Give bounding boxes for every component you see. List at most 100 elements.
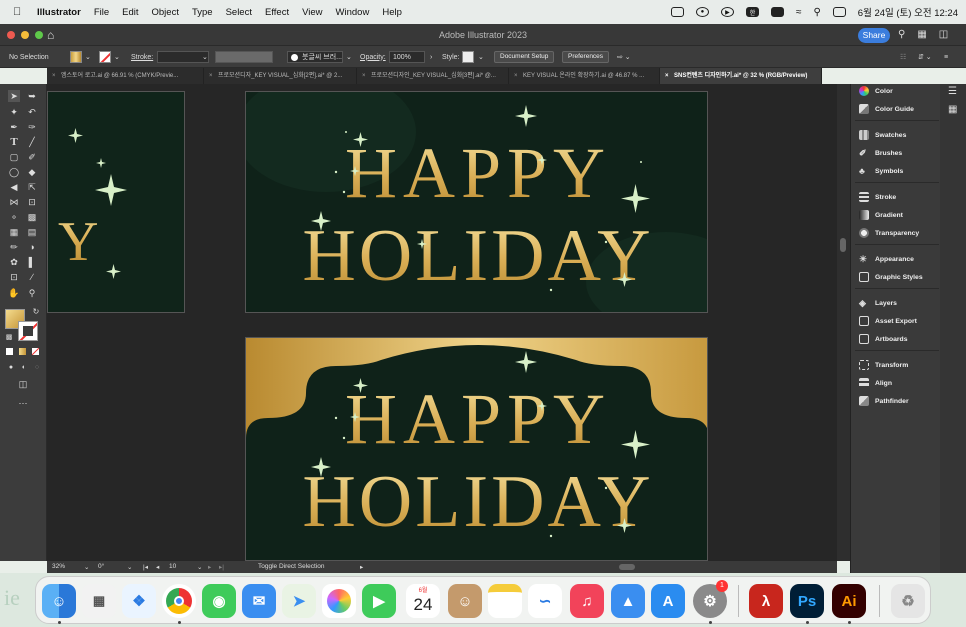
- wifi-icon[interactable]: ≈: [796, 7, 802, 18]
- vertical-scrollbar[interactable]: [837, 84, 850, 561]
- menu-type[interactable]: Type: [192, 7, 213, 18]
- menu-file[interactable]: File: [94, 7, 109, 18]
- panel-layers[interactable]: ◈ Layers: [859, 297, 897, 309]
- tab-document-3[interactable]: × 프로모션디자인_KEY VISUAL_심화[3편].ai* @...: [357, 68, 509, 84]
- share-button[interactable]: Share: [858, 28, 890, 43]
- preferences-button[interactable]: Preferences: [562, 51, 610, 63]
- color-mode-button[interactable]: [6, 348, 13, 355]
- zoom-level-field[interactable]: 32%: [52, 563, 65, 570]
- opacity-input[interactable]: 100%: [389, 51, 425, 63]
- calendar-icon[interactable]: 6월 24: [406, 584, 440, 618]
- panel-gradient[interactable]: Gradient: [859, 209, 903, 221]
- arrange-icon[interactable]: ⇨ ⌄: [617, 51, 631, 63]
- draw-normal-icon[interactable]: ●: [5, 362, 17, 374]
- brush-definition[interactable]: 붓글씨 브러...: [287, 51, 343, 63]
- document-setup-button[interactable]: Document Setup: [494, 51, 555, 63]
- brush-dropdown[interactable]: ⌄: [346, 51, 352, 63]
- artboard-partial[interactable]: Y: [47, 91, 185, 313]
- close-tab-icon[interactable]: ×: [514, 68, 518, 84]
- stroke-label[interactable]: Stroke:: [131, 51, 153, 63]
- maps-icon[interactable]: ➤: [282, 584, 316, 618]
- reflect-tool-icon[interactable]: ◀: [8, 181, 20, 193]
- photos-icon[interactable]: [322, 584, 356, 618]
- hand-tool-icon[interactable]: ✋: [8, 287, 20, 299]
- stroke-weight-dropdown[interactable]: ⌄: [202, 51, 208, 63]
- artboard-dropdown-icon[interactable]: ⌄: [197, 563, 202, 571]
- menubar-datetime[interactable]: 6월 24일 (토) 오전 12:24: [858, 5, 958, 19]
- panel-graphic-styles[interactable]: Graphic Styles: [859, 271, 923, 283]
- control-menu-icon[interactable]: ≡: [944, 51, 948, 63]
- width-tool-icon[interactable]: ⋈: [8, 196, 20, 208]
- artboard-number-field[interactable]: 10: [169, 563, 176, 570]
- swap-colors-icon[interactable]: ↻: [30, 306, 42, 318]
- tab-document-1[interactable]: × 엠스토어 로고.ai @ 66.91 % (CMYK/Previe...: [47, 68, 204, 84]
- panel-asset-export[interactable]: Asset Export: [859, 315, 917, 327]
- notes-icon[interactable]: [488, 584, 522, 618]
- panel-transparency[interactable]: Transparency: [859, 227, 919, 239]
- app-store-icon[interactable]: A: [651, 584, 685, 618]
- control-center-icon[interactable]: [832, 7, 846, 17]
- opacity-label[interactable]: Opacity:: [360, 51, 386, 63]
- contacts-icon[interactable]: ☺: [448, 584, 482, 618]
- scrollbar-thumb[interactable]: [840, 238, 846, 252]
- artboard-1[interactable]: HAPPY HOLIDAY: [245, 91, 708, 313]
- menu-object[interactable]: Object: [152, 7, 179, 18]
- tab-document-4[interactable]: × KEY VISUAL 온라인 확장하기.ai @ 46.87 % ...: [509, 68, 660, 84]
- zoom-dropdown-icon[interactable]: ⌄: [84, 563, 89, 571]
- panel-stroke[interactable]: Stroke: [859, 191, 896, 203]
- artboard-2[interactable]: HAPPY HOLIDAY: [245, 337, 708, 561]
- mail-icon[interactable]: ✉: [242, 584, 276, 618]
- panel-align[interactable]: Align: [859, 377, 892, 389]
- messages-icon[interactable]: ◉: [202, 584, 236, 618]
- free-transform-tool-icon[interactable]: ⊡: [26, 196, 38, 208]
- stroke-color-swatch[interactable]: [18, 321, 38, 341]
- horizontal-scroll-thumb[interactable]: [619, 564, 635, 570]
- trash-icon[interactable]: ♻: [891, 584, 925, 618]
- gradient-tool-icon[interactable]: ▤: [26, 226, 38, 238]
- pen-tool-icon[interactable]: ✒: [8, 121, 20, 133]
- variable-width-profile[interactable]: [215, 51, 273, 63]
- slice-tool-icon[interactable]: ∕: [26, 271, 38, 283]
- zoom-tool-icon[interactable]: ⚲: [26, 287, 38, 299]
- selection-tool-icon[interactable]: ➤: [8, 90, 20, 102]
- column-graph-tool-icon[interactable]: ▌: [26, 256, 38, 268]
- safari-icon[interactable]: ❖: [122, 584, 156, 618]
- properties-icon[interactable]: ☰: [948, 86, 957, 97]
- direct-selection-tool-icon[interactable]: ➥: [26, 90, 38, 102]
- live-paint-tool-icon[interactable]: ▩: [26, 211, 38, 223]
- panel-transform[interactable]: Transform: [859, 359, 908, 371]
- illustrator-icon[interactable]: Ai: [832, 584, 866, 618]
- search-icon[interactable]: ⚲: [898, 29, 905, 40]
- first-artboard-icon[interactable]: |◂: [143, 563, 148, 571]
- libraries-icon[interactable]: ▦: [948, 104, 957, 115]
- menu-window[interactable]: Window: [336, 7, 370, 18]
- photoshop-icon[interactable]: Ps: [790, 584, 824, 618]
- canvas-area[interactable]: Y HAPPY HOLIDAY HAPPY HOLIDAY: [47, 84, 837, 561]
- tab-document-2[interactable]: × 프로모션디자_KEY VISUAL_심화[2편].ai* @ 2...: [204, 68, 357, 84]
- panel-toggle-icon[interactable]: ◫: [939, 29, 948, 40]
- gradient-mode-button[interactable]: [19, 348, 26, 355]
- freeform-icon[interactable]: ∽: [528, 584, 562, 618]
- spotlight-icon[interactable]: ⚲: [813, 7, 820, 18]
- eraser-tool-icon[interactable]: ◆: [26, 166, 38, 178]
- launchpad-icon[interactable]: ▦: [82, 584, 116, 618]
- battery-icon[interactable]: [770, 7, 784, 17]
- stroke-swatch[interactable]: ⌄: [99, 51, 120, 63]
- facetime-icon[interactable]: ▶: [362, 584, 396, 618]
- fill-swatch[interactable]: ⌄: [70, 51, 91, 63]
- close-tab-icon[interactable]: ×: [52, 68, 56, 84]
- blend-tool-icon[interactable]: ◑: [26, 241, 38, 253]
- panel-swatches[interactable]: Swatches: [859, 129, 906, 141]
- menu-app-name[interactable]: Illustrator: [37, 7, 81, 18]
- opacity-arrow-icon[interactable]: ›: [430, 51, 432, 63]
- screen-mode-icon[interactable]: ◫: [17, 378, 29, 390]
- panel-symbols[interactable]: ♣ Symbols: [859, 165, 903, 177]
- artboard-tool-icon[interactable]: ⊡: [8, 271, 20, 283]
- paintbrush-tool-icon[interactable]: ✐: [26, 151, 38, 163]
- tab-document-5[interactable]: × SNS컨텐츠 디자인하기.ai* @ 32 % (RGB/Preview): [660, 68, 822, 84]
- default-colors-icon[interactable]: ▩: [3, 332, 15, 344]
- type-tool-icon[interactable]: T: [8, 136, 20, 148]
- shaper-tool-icon[interactable]: ◯: [8, 166, 20, 178]
- last-artboard-icon[interactable]: ▸|: [219, 563, 224, 571]
- shape-builder-tool-icon[interactable]: ⚬: [8, 211, 20, 223]
